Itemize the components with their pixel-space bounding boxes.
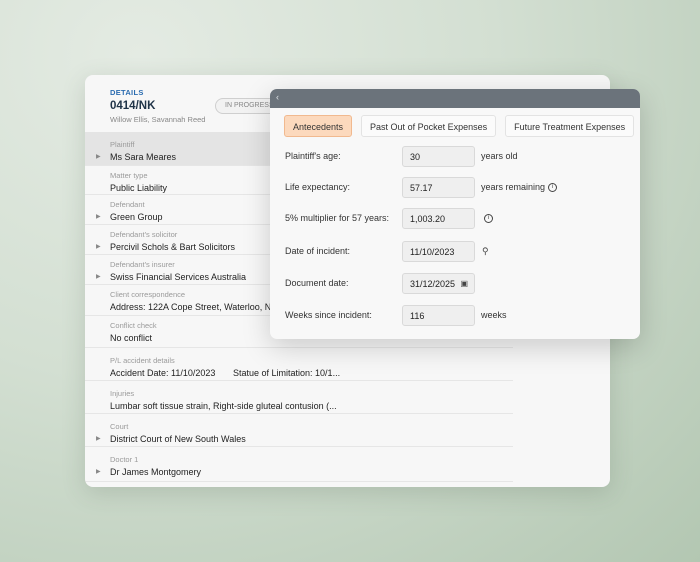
field-label: Document date: — [285, 278, 349, 288]
field-label: Plaintiff's age: — [285, 151, 341, 161]
tab-bar: Antecedents Past Out of Pocket Expenses … — [284, 115, 635, 137]
assignees: Willow Ellis, Savannah Reed — [110, 115, 206, 124]
field-label: Weeks since incident: — [285, 310, 372, 320]
expand-arrow-icon[interactable]: ▶ — [96, 213, 101, 220]
detail-row[interactable]: Doctor 1 ▶ Dr James Montgomery — [85, 447, 513, 482]
field-value: 11/10/2023 — [410, 247, 455, 257]
detail-value: Swiss Financial Services Australia — [110, 272, 247, 282]
tab-past-out-of-pocket-expenses[interactable]: Past Out of Pocket Expenses — [361, 115, 497, 137]
field-input[interactable]: 30 — [402, 146, 475, 167]
detail-label: Doctor 1 — [110, 455, 139, 464]
field-unit: years remaining i — [481, 182, 558, 193]
detail-label: Plaintiff — [110, 140, 135, 149]
expand-arrow-icon[interactable]: ▶ — [96, 153, 101, 160]
field-input[interactable]: 57.17 — [402, 177, 475, 198]
detail-label: Court — [110, 422, 129, 431]
detail-value: District Court of New South Wales — [110, 434, 246, 444]
field-value: 31/12/2025 — [410, 279, 456, 289]
form-row: Date of incident: 11/10/2023 ⚲ — [285, 241, 625, 262]
form-row: 5% multiplier for 57 years: 1,003.20 i — [285, 208, 625, 229]
detail-label: Injuries — [110, 389, 135, 398]
field-input[interactable]: 1,003.20 — [402, 208, 475, 229]
unit-text: weeks — [481, 310, 507, 320]
detail-row[interactable]: Court ▶ District Court of New South Wales — [85, 414, 513, 447]
calculator-panel: ‹ Antecedents Past Out of Pocket Expense… — [270, 89, 640, 339]
section-label: DETAILS — [110, 88, 144, 97]
field-input[interactable]: 11/10/2023 — [402, 241, 475, 262]
detail-value: Accident Date: 11/10/2023 — [110, 368, 216, 378]
field-label: 5% multiplier for 57 years: — [285, 213, 390, 223]
detail-value: Ms Sara Meares — [110, 152, 177, 162]
calendar-icon[interactable]: ▣ — [460, 279, 468, 288]
detail-value: Percivil Schols & Bart Solicitors — [110, 242, 236, 252]
detail-label: Defendant — [110, 200, 145, 209]
pin-icon[interactable]: ⚲ — [482, 246, 489, 256]
detail-value: Address: 122A Cope Street, Waterloo, NSW — [110, 302, 286, 312]
detail-value-secondary: Statue of Limitation: 10/1... — [233, 368, 341, 378]
expand-arrow-icon[interactable]: ▶ — [96, 435, 101, 442]
info-icon[interactable]: i — [484, 214, 493, 224]
field-value: 30 — [410, 152, 421, 162]
field-unit: weeks — [481, 310, 507, 320]
info-icon[interactable]: i — [548, 183, 558, 193]
field-input[interactable]: 116 — [402, 305, 475, 326]
field-label: Date of incident: — [285, 246, 351, 256]
detail-row: Injuries Lumbar soft tissue strain, Right… — [85, 381, 513, 414]
detail-row: P/L accident details Accident Date: 11/10… — [85, 348, 513, 381]
unit-text: years old — [481, 151, 518, 161]
tab-antecedents[interactable]: Antecedents — [284, 115, 353, 137]
expand-arrow-icon[interactable]: ▶ — [96, 243, 101, 250]
field-value: 57.17 — [410, 183, 433, 193]
tab-future-treatment-expenses[interactable]: Future Treatment Expenses — [505, 115, 635, 137]
field-input[interactable]: 31/12/2025 ▣ — [402, 273, 475, 294]
unit-text: years remaining — [481, 182, 546, 192]
chevron-left-icon[interactable]: ‹ — [276, 92, 279, 102]
form-row: Plaintiff's age: 30 years old — [285, 146, 625, 167]
detail-label: Matter type — [110, 171, 148, 180]
matter-id: 0414/NK — [110, 100, 156, 112]
field-label: Life expectancy: — [285, 182, 351, 192]
detail-value: Public Liability — [110, 183, 168, 193]
detail-label: Defendant's solicitor — [110, 230, 178, 239]
field-value: 1,003.20 — [410, 214, 446, 224]
detail-label: Conflict check — [110, 321, 157, 330]
detail-value: Lumbar soft tissue strain, Right-side gl… — [110, 401, 337, 411]
detail-label: Client correspondence — [110, 290, 186, 299]
form-row: Document date: 31/12/2025 ▣ — [285, 273, 625, 294]
field-value: 116 — [410, 311, 425, 321]
expand-arrow-icon[interactable]: ▶ — [96, 468, 101, 475]
detail-label: Defendant's insurer — [110, 260, 175, 269]
detail-value: Green Group — [110, 212, 163, 222]
field-unit: i — [481, 213, 493, 224]
form-row: Weeks since incident: 116 weeks — [285, 305, 625, 326]
detail-value: No conflict — [110, 333, 153, 343]
detail-label: P/L accident details — [110, 356, 175, 365]
field-unit: ⚲ — [481, 246, 489, 257]
expand-arrow-icon[interactable]: ▶ — [96, 273, 101, 280]
field-unit: years old — [481, 151, 518, 161]
detail-value: Dr James Montgomery — [110, 467, 202, 477]
panel-header: ‹ — [270, 89, 640, 108]
form-row: Life expectancy: 57.17 years remaining i — [285, 177, 625, 198]
